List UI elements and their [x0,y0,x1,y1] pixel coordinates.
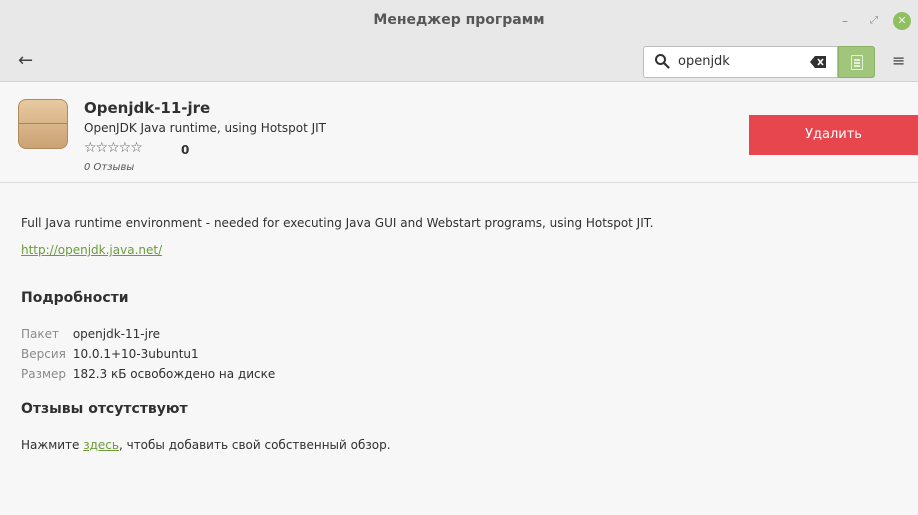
app-description: Full Java runtime environment - needed f… [21,216,654,230]
details-list: Пакет openjdk-11-jre Версия 10.0.1+10-3u… [21,327,275,387]
app-summary: OpenJDK Java runtime, using Hotspot JIT [84,121,326,135]
detail-row-version: Версия 10.0.1+10-3ubuntu1 [21,347,275,367]
header-bar: ← openjdk ≡ [0,42,918,82]
detail-row-package: Пакет openjdk-11-jre [21,327,275,347]
add-review-link[interactable]: здесь [83,438,119,452]
app-header: Openjdk-11-jre OpenJDK Java runtime, usi… [0,83,918,183]
detail-value: 10.0.1+10-3ubuntu1 [72,347,199,361]
window-titlebar: Менеджер программ – ⤢ ✕ [0,0,918,42]
detail-row-size: Размер 182.3 кБ освобождено на диске [21,367,275,387]
back-button[interactable]: ← [18,50,46,74]
detail-value: openjdk-11-jre [72,327,160,341]
detail-key: Размер [21,367,67,381]
package-icon [18,99,68,149]
search-value: openjdk [678,54,730,69]
maximize-icon[interactable]: ⤢ [865,12,883,30]
clear-search-icon[interactable] [810,56,826,68]
detail-key: Версия [21,347,66,361]
menu-button[interactable]: ≡ [892,52,908,70]
toggle-view-button[interactable] [838,46,875,78]
review-prompt-after: , чтобы добавить свой собственный обзор. [118,438,391,452]
minimize-icon[interactable]: – [836,12,854,30]
homepage-link[interactable]: http://openjdk.java.net/ [21,243,162,257]
close-icon[interactable]: ✕ [893,12,911,30]
document-view-icon [851,55,863,70]
rating-value: 0 [181,143,190,157]
remove-button[interactable]: Удалить [749,115,918,155]
review-prompt: Нажмите здесь, чтобы добавить свой собст… [21,438,391,452]
details-heading: Подробности [21,290,129,306]
reviews-heading: Отзывы отсутствуют [21,401,188,417]
rating-stars-icon: ☆☆☆☆☆ [84,140,143,156]
search-input[interactable]: openjdk [643,46,838,78]
app-name: Openjdk-11-jre [84,99,211,117]
reviews-count: 0 Отзывы [84,162,135,173]
search-icon [655,54,670,69]
window-title: Менеджер программ [373,12,545,28]
detail-value: 182.3 кБ освобождено на диске [72,367,276,381]
detail-key: Пакет [21,327,59,341]
review-prompt-before: Нажмите [21,438,84,452]
